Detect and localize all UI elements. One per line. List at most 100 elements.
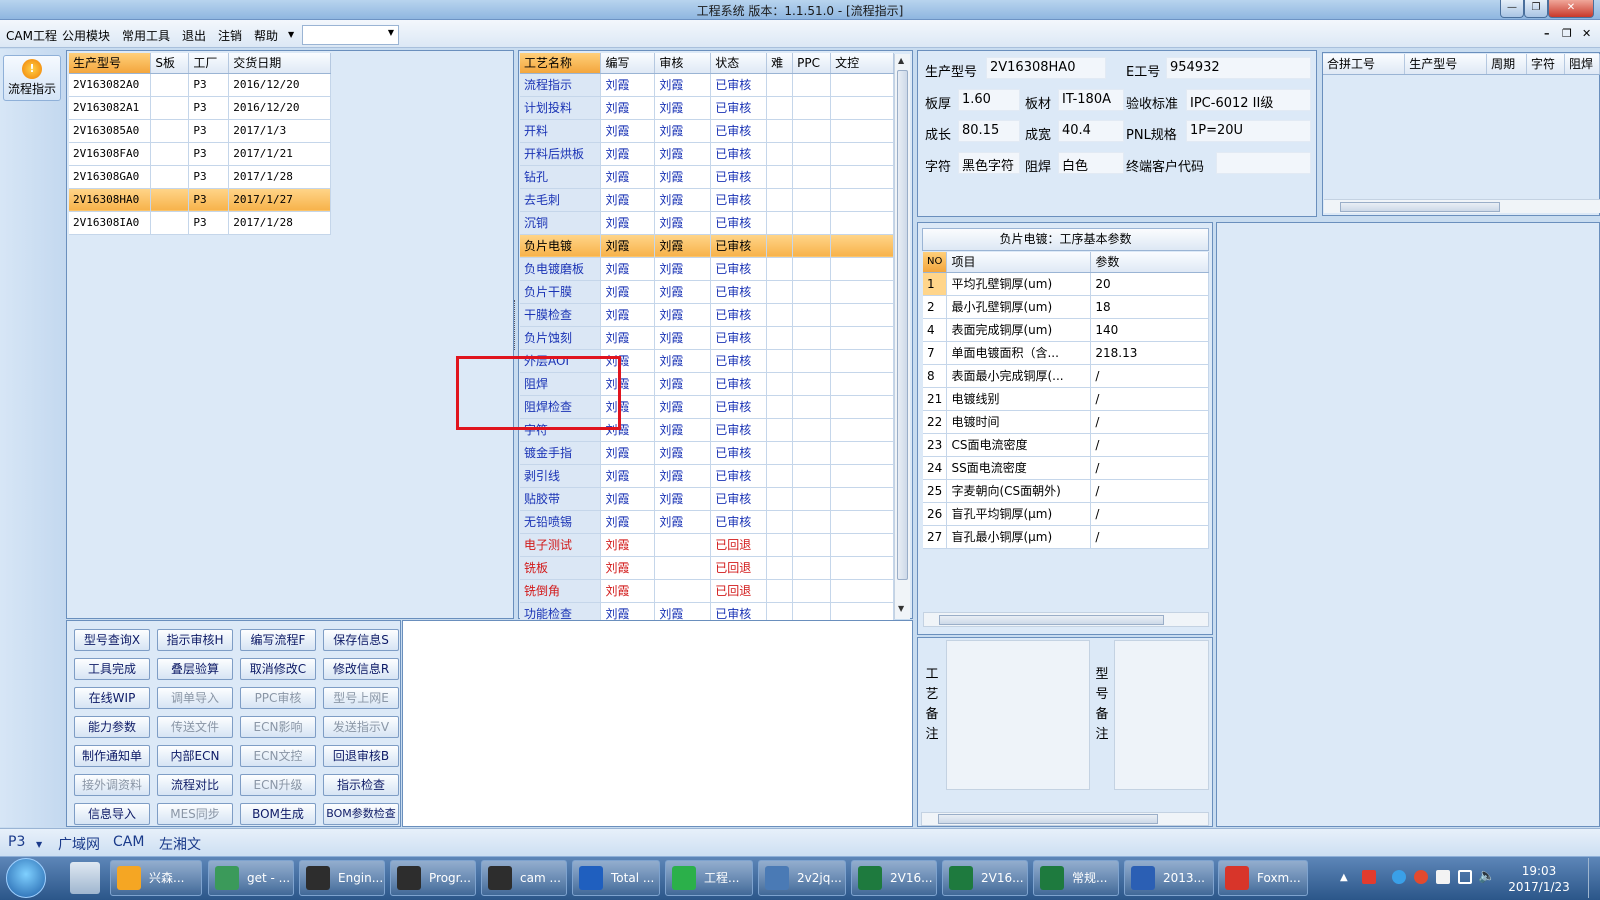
- taskbar-item[interactable]: 常规...: [1033, 860, 1119, 896]
- table-cell[interactable]: P3: [188, 211, 230, 235]
- table-cell[interactable]: 单面电镀面积（含...: [946, 341, 1092, 365]
- table-cell[interactable]: SS面电流密度: [946, 456, 1092, 480]
- table-cell[interactable]: 刘霞: [600, 510, 656, 534]
- table-cell[interactable]: [830, 395, 894, 419]
- table-cell[interactable]: [792, 165, 832, 189]
- table-cell[interactable]: 已审核: [710, 257, 768, 281]
- table-cell[interactable]: 干膜检查: [520, 303, 602, 327]
- table-cell[interactable]: [766, 165, 794, 189]
- table-cell[interactable]: 2017/1/28: [228, 165, 331, 189]
- function-button[interactable]: ECN文控: [240, 745, 316, 767]
- table-cell[interactable]: 开料后烘板: [520, 142, 602, 166]
- col-param-item[interactable]: 项目: [946, 252, 1092, 273]
- start-button[interactable]: [6, 858, 46, 898]
- table-cell[interactable]: 27: [923, 525, 948, 549]
- taskbar-item[interactable]: Progr...: [390, 860, 476, 896]
- table-cell[interactable]: 刘霞: [654, 510, 712, 534]
- scroll-up-icon[interactable]: ▲: [898, 56, 904, 65]
- table-cell[interactable]: [766, 487, 794, 511]
- col-doc-control[interactable]: 文控: [830, 53, 894, 74]
- table-cell[interactable]: 已审核: [710, 510, 768, 534]
- table-cell[interactable]: 已审核: [710, 303, 768, 327]
- table-cell[interactable]: [830, 211, 894, 235]
- table-cell[interactable]: 刘霞: [600, 96, 656, 120]
- table-cell[interactable]: 阻焊检查: [520, 395, 602, 419]
- table-cell[interactable]: 刘霞: [654, 464, 712, 488]
- table-cell[interactable]: 铣板: [520, 556, 602, 580]
- table-row[interactable]: 外层AOI 刘霞 刘霞 已审核: [520, 349, 894, 373]
- tray-volume-icon[interactable]: 🔈: [1478, 868, 1495, 884]
- table-row[interactable]: 负片干膜 刘霞 刘霞 已审核: [520, 280, 894, 304]
- table-cell[interactable]: 负片干膜: [520, 280, 602, 304]
- table-row[interactable]: 负片蚀刻 刘霞 刘霞 已审核: [520, 326, 894, 350]
- function-button[interactable]: 叠层验算: [157, 658, 233, 680]
- table-cell[interactable]: [792, 211, 832, 235]
- table-cell[interactable]: 平均孔壁铜厚(um): [946, 272, 1092, 296]
- table-row[interactable]: 负片电镀 刘霞 刘霞 已审核: [520, 234, 894, 258]
- col-difficulty[interactable]: 难: [766, 53, 794, 74]
- calculator-icon[interactable]: [70, 862, 100, 894]
- table-cell[interactable]: 电镀线别: [946, 387, 1092, 411]
- function-button[interactable]: 型号查询X: [74, 629, 150, 651]
- table-cell[interactable]: 2016/12/20: [228, 73, 331, 97]
- table-cell[interactable]: 刘霞: [654, 234, 712, 258]
- table-cell[interactable]: 刘霞: [600, 418, 656, 442]
- table-cell[interactable]: 2V16308FA0: [69, 142, 152, 166]
- table-cell[interactable]: 刘霞: [654, 96, 712, 120]
- table-row[interactable]: 24 SS面电流密度 /: [923, 456, 1209, 480]
- table-cell[interactable]: 盲孔最小铜厚(μm): [946, 525, 1092, 549]
- chevron-down-icon[interactable]: ▼: [36, 840, 42, 849]
- table-cell[interactable]: [792, 395, 832, 419]
- table-cell[interactable]: 开料: [520, 119, 602, 143]
- factory-combo[interactable]: P3: [8, 834, 25, 850]
- show-desktop-button[interactable]: [1588, 858, 1600, 898]
- table-cell[interactable]: 贴胶带: [520, 487, 602, 511]
- col-status[interactable]: 状态: [710, 53, 768, 74]
- table-row[interactable]: 干膜检查 刘霞 刘霞 已审核: [520, 303, 894, 327]
- table-cell[interactable]: 23: [923, 433, 948, 457]
- table-cell[interactable]: 已审核: [710, 234, 768, 258]
- table-cell[interactable]: [830, 556, 894, 580]
- table-cell[interactable]: 刘霞: [600, 326, 656, 350]
- taskbar-item[interactable]: 兴森...: [110, 860, 202, 896]
- table-cell[interactable]: /: [1090, 364, 1209, 388]
- table-cell[interactable]: 已审核: [710, 165, 768, 189]
- table-cell[interactable]: [766, 142, 794, 166]
- table-cell[interactable]: 2V16308IA0: [69, 211, 152, 235]
- table-row[interactable]: 开料 刘霞 刘霞 已审核: [520, 119, 894, 143]
- table-row[interactable]: 22 电镀时间 /: [923, 410, 1209, 434]
- table-cell[interactable]: [766, 533, 794, 557]
- table-row[interactable]: 阻焊检查 刘霞 刘霞 已审核: [520, 395, 894, 419]
- table-cell[interactable]: [766, 211, 794, 235]
- table-cell[interactable]: 刘霞: [600, 165, 656, 189]
- table-cell[interactable]: [830, 165, 894, 189]
- col-author[interactable]: 编写: [600, 53, 656, 74]
- table-cell[interactable]: 已审核: [710, 96, 768, 120]
- table-cell[interactable]: [654, 533, 712, 557]
- table-cell[interactable]: 负电镀磨板: [520, 257, 602, 281]
- table-cell[interactable]: [766, 372, 794, 396]
- col-param-value[interactable]: 参数: [1090, 252, 1209, 273]
- table-cell[interactable]: 刘霞: [654, 303, 712, 327]
- table-cell[interactable]: [654, 556, 712, 580]
- scroll-thumb[interactable]: [897, 70, 908, 580]
- table-row[interactable]: 铣板 刘霞 已回退: [520, 556, 894, 580]
- table-cell[interactable]: 刘霞: [600, 579, 656, 603]
- col-param-no[interactable]: NO: [923, 252, 948, 273]
- close-button[interactable]: ✕: [1548, 0, 1594, 18]
- table-cell[interactable]: [830, 257, 894, 281]
- table-row[interactable]: 剥引线 刘霞 刘霞 已审核: [520, 464, 894, 488]
- minimize-button[interactable]: —: [1500, 0, 1524, 18]
- table-cell[interactable]: 剥引线: [520, 464, 602, 488]
- table-cell[interactable]: [766, 418, 794, 442]
- tray-app-icon[interactable]: [1362, 870, 1376, 884]
- table-cell[interactable]: [830, 96, 894, 120]
- restore-button[interactable]: ❐: [1524, 0, 1548, 18]
- table-cell[interactable]: 7: [923, 341, 948, 365]
- table-cell[interactable]: [150, 96, 190, 120]
- table-cell[interactable]: 刘霞: [600, 211, 656, 235]
- taskbar-item[interactable]: 2v2jq...: [758, 860, 846, 896]
- table-cell[interactable]: 21: [923, 387, 948, 411]
- table-cell[interactable]: 刘霞: [654, 441, 712, 465]
- taskbar-item[interactable]: 2V16...: [942, 860, 1028, 896]
